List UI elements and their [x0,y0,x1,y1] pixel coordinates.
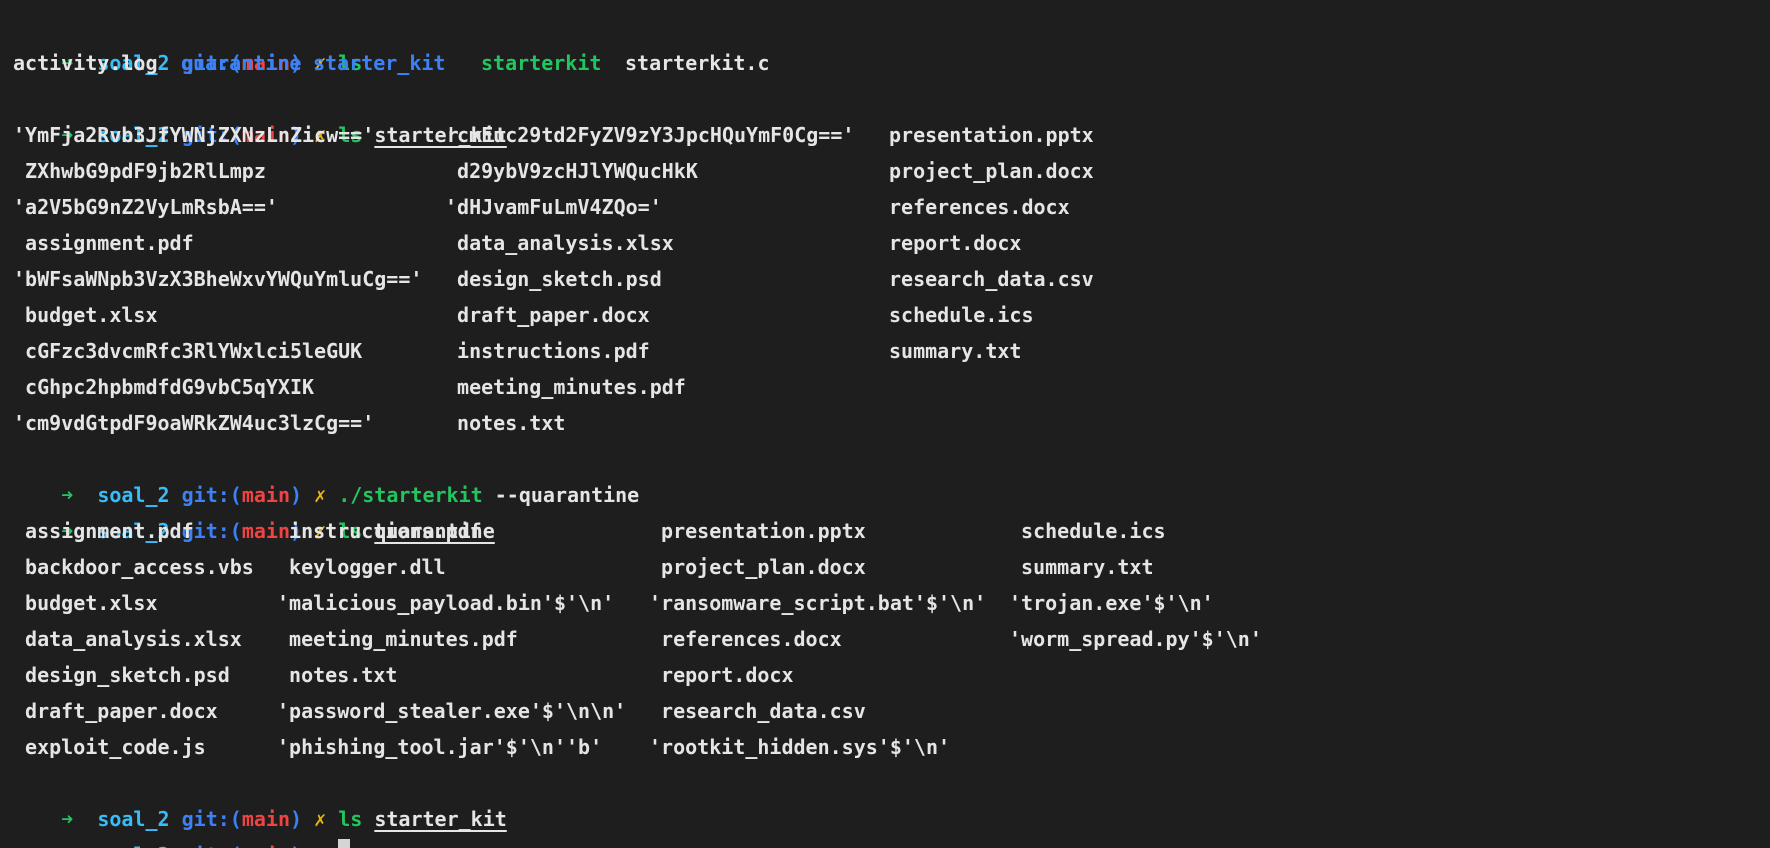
table-row: assignment.pdf instructions.pdf presenta… [13,513,1757,549]
list-item: notes.txt [445,411,566,435]
list-item: starterkit [481,51,602,75]
table-row: cGhpc2hpbmdfdG9vbC5qYXIK meeting_minutes… [13,369,1757,405]
table-row: exploit_code.js 'phishing_tool.jar'$'\n'… [13,729,1757,765]
git-branch: main [242,843,290,848]
list-item: report.docx [649,663,794,687]
list-item: draft_paper.docx [445,303,650,327]
list-item: keylogger.dll [277,555,446,579]
list-item: instructions.pdf [445,339,650,363]
list-item: notes.txt [277,663,398,687]
list-item: references.docx [649,627,842,651]
list-item: 'cmFuc29td2FyZV9zY3JpcHQuYmF0Cg==' [445,123,855,147]
prompt-arrow-icon: ➜ [61,843,73,848]
list-item: meeting_minutes.pdf [445,375,686,399]
list-item: backdoor_access.vbs [13,555,254,579]
list-item: references.docx [889,195,1070,219]
table-row: budget.xlsx 'malicious_payload.bin'$'\n'… [13,585,1757,621]
list-item: budget.xlsx [13,303,158,327]
prompt-line-current[interactable]: ➜ soal_2 git:(main) ✗ [13,801,1757,848]
list-item: project_plan.docx [649,555,866,579]
list-item: cGFzc3dvcmRfc3RlYWxlci5leGUK [13,339,363,363]
list-item: activity.log [13,51,158,75]
list-item: 'malicious_payload.bin'$'\n' [277,591,615,615]
git-prefix: git:( [182,843,242,848]
list-item: schedule.ics [1009,519,1166,543]
table-row: assignment.pdf data_analysis.xlsx report… [13,225,1757,261]
list-item: research_data.csv [889,267,1094,291]
list-item: meeting_minutes.pdf [277,627,518,651]
list-item: report.docx [889,231,1022,255]
table-row: 'a2V5bG9nZ2VyLmRsbA==' 'dHJvamFuLmV4ZQo=… [13,189,1757,225]
list-item: data_analysis.xlsx [445,231,674,255]
list-item: cGhpc2hpbmdfdG9vbC5qYXIK [13,375,315,399]
list-item: 'dHJvamFuLmV4ZQo=' [445,195,662,219]
list-item: 'a2V5bG9nZ2VyLmRsbA==' [13,195,278,219]
ls-root-output: activity.log quarantine starter_kit star… [13,45,1757,81]
list-item: d29ybV9zcHJlYWQucHkK [445,159,698,183]
list-item: presentation.pptx [889,123,1094,147]
list-item: research_data.csv [649,699,866,723]
table-row: data_analysis.xlsx meeting_minutes.pdf r… [13,621,1757,657]
list-item: assignment.pdf [13,519,194,543]
list-item: summary.txt [1009,555,1154,579]
table-row: 'bWFsaWNpb3VzX3BheWxvYWQuYmluCg==' desig… [13,261,1757,297]
git-dirty-icon: ✗ [314,843,326,848]
table-row: draft_paper.docx 'password_stealer.exe'$… [13,693,1757,729]
list-item: draft_paper.docx [13,699,218,723]
terminal-window[interactable]: ➜ soal_2 git:(main) ✗ ls activity.log qu… [0,0,1770,848]
table-row: budget.xlsx draft_paper.docx schedule.ic… [13,297,1757,333]
list-item: starterkit.c [625,51,770,75]
prompt-line-3: ➜ soal_2 git:(main) ✗ ./starterkit --qua… [13,441,1757,507]
list-item: exploit_code.js [13,735,206,759]
prompt-line-5: ➜ soal_2 git:(main) ✗ ls starter_kit [13,765,1757,831]
list-item: 'bWFsaWNpb3VzX3BheWxvYWQuYmluCg==' [13,267,423,291]
list-item: 'ransomware_script.bat'$'\n' [649,591,987,615]
list-item: presentation.pptx [649,519,866,543]
list-item: project_plan.docx [889,159,1094,183]
git-suffix: ) [290,843,302,848]
list-item: data_analysis.xlsx [13,627,242,651]
prompt-line-2: ➜ soal_2 git:(main) ✗ ls starter_kit [13,81,1757,147]
text-cursor[interactable] [338,838,351,848]
list-item: quarantine [181,51,302,75]
list-item: 'password_stealer.exe'$'\n\n' [277,699,627,723]
list-item: 'cm9vdGtpdF9oaWRkZW4uc3lzCg==' [13,411,375,435]
table-row: design_sketch.psd notes.txt report.docx [13,657,1757,693]
list-item: 'YmFja2Rvb3JfYWNjZXNzLnZicw==' [13,123,375,147]
table-row: cGFzc3dvcmRfc3RlYWxlci5leGUK instruction… [13,333,1757,369]
list-item: starter_kit [313,51,446,75]
table-row: 'YmFja2Rvb3JfYWNjZXNzLnZicw==' 'cmFuc29t… [13,117,1757,153]
list-item: 'phishing_tool.jar'$'\n''b' [277,735,603,759]
list-item: assignment.pdf [13,231,194,255]
prompt-line-1: ➜ soal_2 git:(main) ✗ ls [13,9,1757,75]
list-item: summary.txt [889,339,1022,363]
list-item: budget.xlsx [13,591,158,615]
list-item: design_sketch.psd [445,267,662,291]
list-item: 'trojan.exe'$'\n' [1009,591,1214,615]
list-item: 'worm_spread.py'$'\n' [1009,627,1262,651]
prompt-line-4: ➜ soal_2 git:(main) ✗ ls quarantine [13,477,1757,543]
list-item: instructions.pdf [277,519,482,543]
list-item: 'rootkit_hidden.sys'$'\n' [649,735,951,759]
list-item: schedule.ics [889,303,1034,327]
table-row: ZXhwbG9pdF9jb2RlLmpz d29ybV9zcHJlYWQucHk… [13,153,1757,189]
list-item: design_sketch.psd [13,663,230,687]
table-row: 'cm9vdGtpdF9oaWRkZW4uc3lzCg==' notes.txt [13,405,1757,441]
prompt-directory: soal_2 [97,843,169,848]
table-row: backdoor_access.vbs keylogger.dll projec… [13,549,1757,585]
list-item: ZXhwbG9pdF9jb2RlLmpz [13,159,266,183]
